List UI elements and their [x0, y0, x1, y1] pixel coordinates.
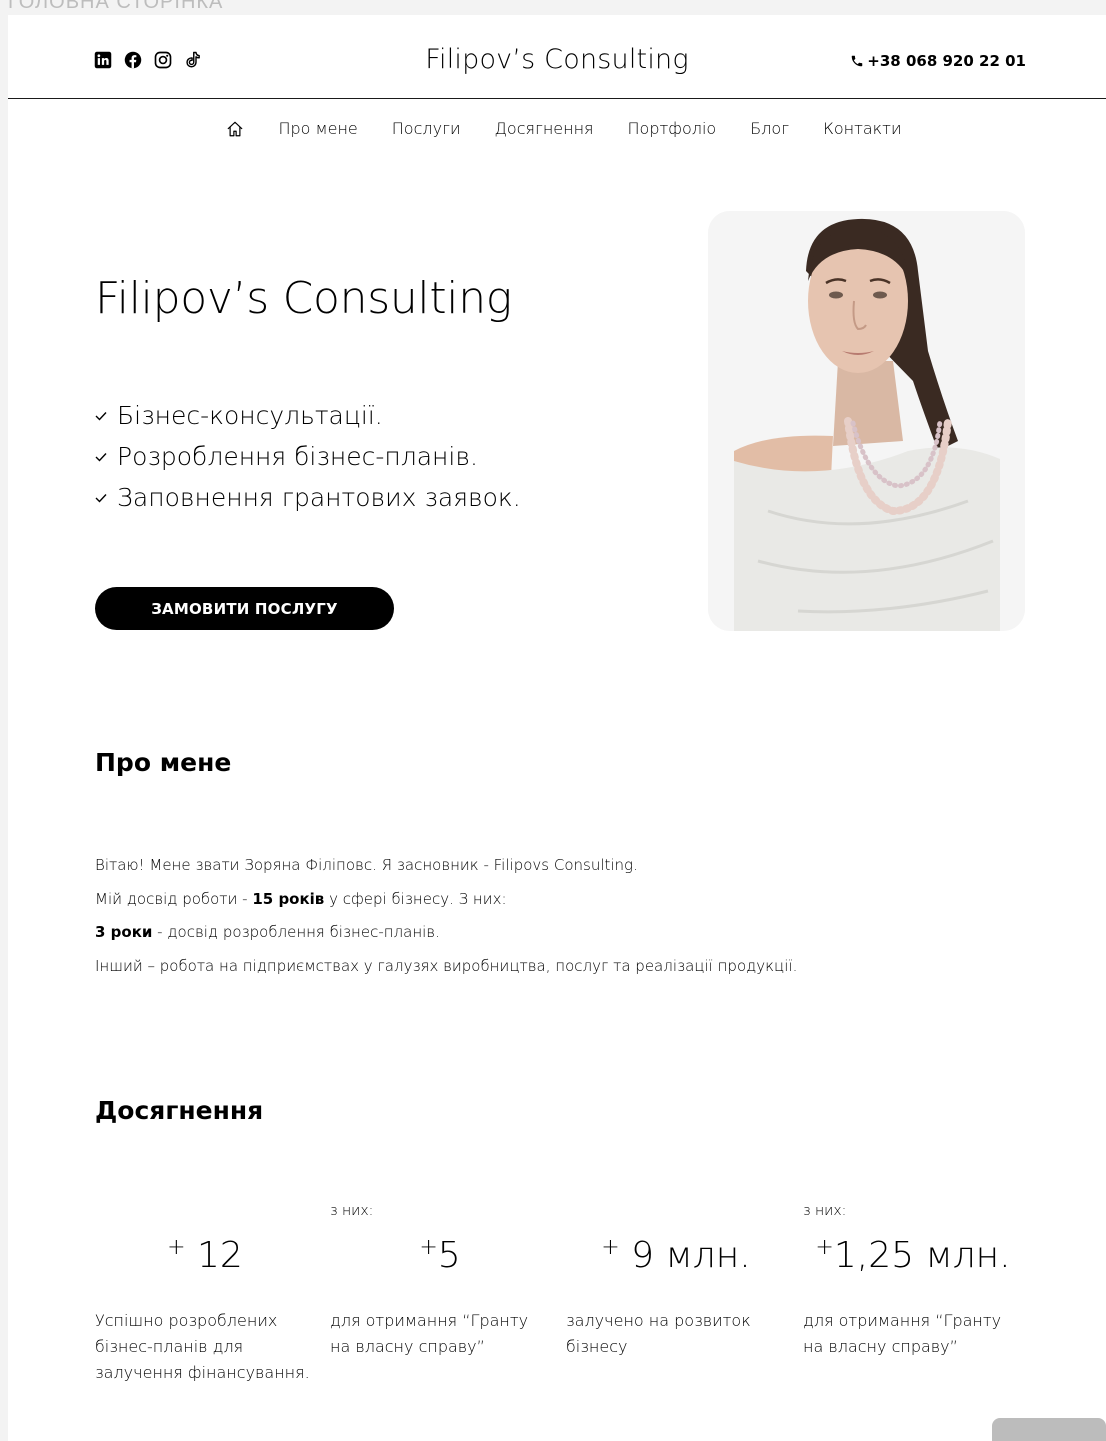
order-service-button[interactable]: ЗАМОВИТИ ПОСЛУГУ [95, 587, 394, 630]
stat-value: + 9 млн. [566, 1231, 786, 1281]
stat-description: Успішно розроблених бізнес-планів для за… [95, 1311, 310, 1382]
page-frame: Filipov’s Consulting +38 068 920 22 01 П… [8, 15, 1106, 1441]
hero-title: Filipov’s Consulting [95, 273, 512, 324]
service-item-label: Заповнення грантових заявок. [117, 483, 521, 512]
nav-services[interactable]: Послуги [392, 119, 461, 138]
stat-card: + 9 млн. залучено на розвиток бізнесу [566, 1203, 786, 1360]
stat-note: з них: [803, 1203, 847, 1219]
check-icon [95, 452, 107, 462]
stat-description: для отримання “Гранту на власну справу” [330, 1311, 529, 1356]
stat-plus: + [815, 1235, 834, 1260]
check-icon [95, 493, 107, 503]
service-list: Бізнес-консультації. Розроблення бізнес-… [95, 395, 521, 518]
nav-achievements[interactable]: Досягнення [494, 119, 593, 138]
about-line: 3 роки - досвід розроблення бізнес-плані… [95, 920, 797, 954]
stat-note: з них: [330, 1203, 374, 1219]
about-line: Інший – робота на підприємствах у галузя… [95, 956, 798, 975]
about-text-part: Мій досвід роботи - [95, 889, 253, 908]
about-heading: Про мене [95, 748, 232, 777]
check-icon [95, 411, 107, 421]
about-text-part: - досвід розроблення бізнес-планів. [152, 923, 440, 941]
stat-number: 9 млн. [619, 1235, 751, 1276]
stat-plus: + [419, 1235, 438, 1260]
nav-portfolio[interactable]: Портфоліо [628, 119, 717, 138]
top-header: Filipov’s Consulting +38 068 920 22 01 [8, 15, 1106, 99]
about-text-part: у сфері бізнесу. З них: [324, 889, 507, 908]
stat-number: 1,25 млн. [833, 1235, 1011, 1276]
stat-description: для отримання “Гранту на власну справу” [803, 1311, 1002, 1356]
nav-about[interactable]: Про мене [278, 119, 357, 138]
stat-description: залучено на розвиток бізнесу [566, 1311, 751, 1356]
phone-number: +38 068 920 22 01 [867, 52, 1026, 70]
stat-number: 5 [437, 1235, 461, 1276]
service-item: Бізнес-консультації. [95, 395, 521, 436]
nav-contacts[interactable]: Контакти [823, 119, 901, 138]
achievements-heading: Досягнення [95, 1096, 264, 1125]
about-line: Вітаю! Мене звати Зоряна Філіповс. Я зас… [95, 856, 638, 874]
stat-plus: + [601, 1235, 620, 1260]
stat-value: +1,25 млн. [803, 1231, 1023, 1281]
stat-note [566, 1203, 786, 1223]
business-plan-years: 3 роки [95, 923, 153, 941]
service-item: Заповнення грантових заявок. [95, 477, 521, 518]
portrait-photo [708, 211, 1025, 631]
about-text: Вітаю! Мене звати Зоряна Філіповс. Я зас… [95, 853, 797, 987]
stat-value: + 12 [95, 1231, 315, 1281]
stat-card: + 12 Успішно розроблених бізнес-планів д… [95, 1203, 315, 1386]
home-icon [228, 121, 243, 136]
stat-value: +5 [330, 1231, 550, 1281]
phone-link[interactable]: +38 068 920 22 01 [850, 52, 1026, 70]
phone-icon [852, 55, 863, 67]
service-item-label: Розроблення бізнес-планів. [117, 442, 478, 471]
stat-note [95, 1203, 315, 1223]
nav-blog[interactable]: Блог [750, 119, 789, 138]
service-item-label: Бізнес-консультації. [117, 401, 383, 430]
stat-plus: + [167, 1235, 186, 1260]
nav-home[interactable] [226, 120, 244, 138]
about-line: Мій досвід роботи - 15 років у сфері біз… [95, 887, 797, 921]
main-nav: Про мене Послуги Досягнення Портфоліо Бл… [8, 119, 1106, 138]
experience-years: 15 років [252, 889, 325, 908]
service-item: Розроблення бізнес-планів. [95, 436, 521, 477]
stat-number: 12 [185, 1235, 243, 1276]
stat-card: з них: +5 для отримання “Гранту на власн… [330, 1203, 550, 1360]
stat-card: з них: +1,25 млн. для отримання “Гранту … [803, 1203, 1023, 1360]
scroll-to-top-button[interactable] [992, 1418, 1106, 1441]
page-label: ГОЛОВНА СТОРІНКА [8, 0, 224, 13]
